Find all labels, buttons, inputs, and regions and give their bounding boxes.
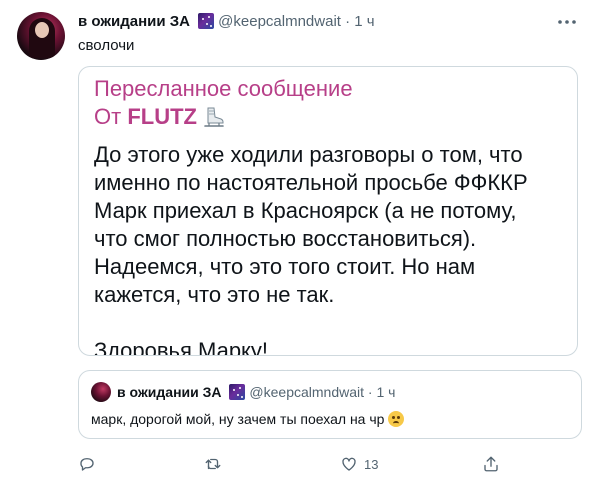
quoted-author-name: в ожидании ЗА	[117, 384, 222, 400]
forwarded-body-line: Марк приехал в Красноярск (а не потому,	[94, 198, 517, 223]
separator: ·	[367, 384, 373, 400]
tweet-text: сволочи	[78, 37, 135, 54]
retweet-icon	[205, 458, 221, 470]
retweet-button[interactable]	[204, 453, 228, 475]
quoted-handle: @keepcalmndwait	[249, 384, 365, 400]
quoted-tweet[interactable]: в ожидании ЗА @keepcalmndwait · 1 ч марк…	[78, 370, 582, 439]
forwarded-closing: Здоровья Марку!	[94, 338, 269, 356]
share-button[interactable]	[482, 453, 506, 475]
heart-icon	[342, 457, 356, 471]
like-button[interactable]: 13	[340, 453, 378, 475]
timestamp[interactable]: 1 ч	[354, 13, 374, 30]
more-horizontal-icon	[558, 20, 576, 24]
forwarded-from: От FLUTZ	[94, 103, 574, 135]
milky-way-emoji-icon	[198, 13, 215, 29]
forwarded-from-prefix: От	[94, 104, 128, 129]
ice-skate-icon	[203, 106, 225, 135]
quoted-timestamp: 1 ч	[376, 384, 396, 400]
share-icon	[484, 456, 498, 472]
author-handle[interactable]: @keepcalmndwait	[218, 13, 341, 30]
quoted-header: в ожидании ЗА @keepcalmndwait · 1 ч	[117, 382, 395, 402]
quoted-text-row: марк, дорогой мой, ну зачем ты поехал на…	[91, 409, 405, 429]
forwarded-body-line: именно по настоятельной просьбе ФФККР	[94, 170, 528, 195]
forwarded-body-line: До этого уже ходили разговоры о том, что	[94, 142, 523, 167]
quoted-avatar	[91, 382, 111, 402]
reply-icon	[80, 458, 94, 471]
reply-button[interactable]	[78, 453, 102, 475]
forwarded-body-line: кажется, что это не так.	[94, 282, 335, 307]
author-name[interactable]: в ожидании ЗА	[78, 13, 190, 30]
forwarded-body-line: Надеемся, что это того стоит. Но нам	[94, 254, 476, 279]
milky-way-emoji-icon	[229, 384, 246, 400]
quoted-text: марк, дорогой мой, ну зачем ты поехал на…	[91, 411, 385, 427]
forwarded-from-name: FLUTZ	[127, 104, 197, 129]
forwarded-body: До этого уже ходили разговоры о том, что…	[94, 141, 574, 356]
forwarded-message-image[interactable]: Пересланное сообщение От FLUTZ До этого …	[78, 66, 578, 356]
action-bar: 13	[78, 453, 498, 475]
forwarded-title: Пересланное сообщение	[94, 76, 353, 101]
more-options-button[interactable]	[555, 10, 579, 34]
worried-face-icon	[388, 411, 405, 427]
tweet-header: в ожидании ЗА @keepcalmndwait · 1 ч	[78, 12, 375, 32]
forwarded-body-line: что смог полностью восстановиться).	[94, 226, 477, 251]
like-count: 13	[364, 456, 379, 472]
avatar[interactable]	[17, 12, 65, 60]
separator: ·	[345, 13, 351, 30]
